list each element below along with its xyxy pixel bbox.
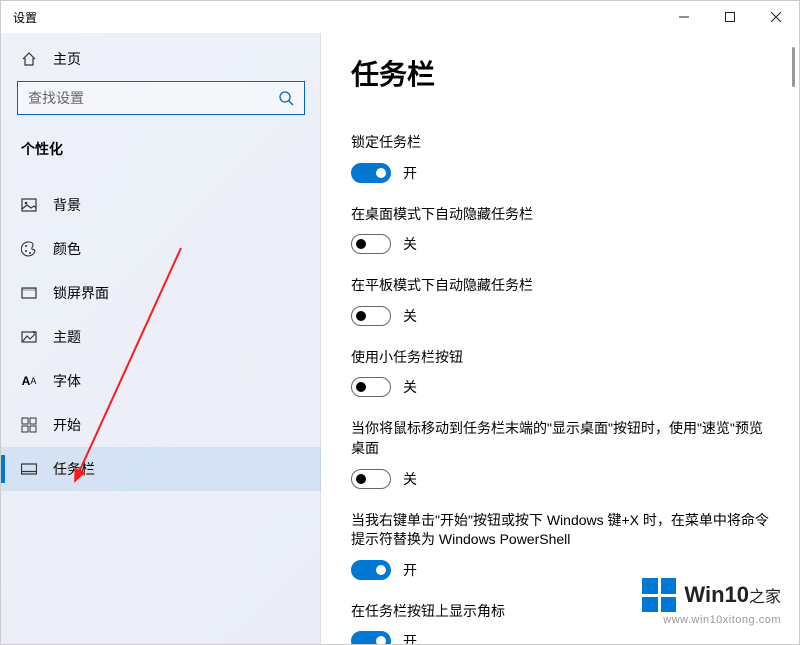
search-icon	[278, 90, 294, 106]
sidebar-item-font[interactable]: AA 字体	[1, 359, 321, 403]
toggle-state-label: 关	[403, 234, 417, 254]
sidebar-item-label: 颜色	[53, 239, 81, 259]
toggle-switch[interactable]	[351, 163, 391, 183]
sidebar-item-label: 锁屏界面	[53, 283, 109, 303]
image-icon	[21, 197, 37, 213]
taskbar-icon	[21, 461, 37, 477]
setting-item: 使用小任务栏按钮关	[351, 348, 769, 398]
setting-item: 在桌面模式下自动隐藏任务栏关	[351, 205, 769, 255]
section-label: 个性化	[1, 135, 321, 171]
maximize-icon	[725, 12, 735, 22]
palette-icon	[21, 241, 37, 257]
setting-label: 当我右键单击"开始"按钮或按下 Windows 键+X 时，在菜单中将命令提示符…	[351, 511, 769, 550]
setting-item: 当你将鼠标移动到任务栏末端的"显示桌面"按钮时，使用"速览"预览桌面关	[351, 419, 769, 488]
setting-label: 当你将鼠标移动到任务栏末端的"显示桌面"按钮时，使用"速览"预览桌面	[351, 419, 769, 458]
sidebar-item-start[interactable]: 开始	[1, 403, 321, 447]
titlebar: 设置	[1, 1, 799, 33]
sidebar-item-label: 任务栏	[53, 459, 95, 479]
toggle-state-label: 关	[403, 469, 417, 489]
sidebar-item-palette[interactable]: 颜色	[1, 227, 321, 271]
toggle-switch[interactable]	[351, 469, 391, 489]
font-icon: AA	[21, 373, 37, 389]
watermark: Win10之家 www.win10xitong.com	[642, 578, 781, 626]
lock-screen-icon	[21, 285, 37, 301]
minimize-icon	[679, 12, 689, 22]
window-title: 设置	[13, 9, 37, 26]
sidebar-item-label: 主题	[53, 327, 81, 347]
home-label: 主页	[53, 49, 81, 69]
watermark-url: www.win10xitong.com	[642, 614, 781, 626]
sidebar-item-lock-screen[interactable]: 锁屏界面	[1, 271, 321, 315]
toggle-state-label: 关	[403, 377, 417, 397]
search-box[interactable]	[17, 81, 305, 115]
toggle-state-label: 开	[403, 560, 417, 580]
page-title: 任务栏	[351, 53, 769, 93]
setting-label: 在平板模式下自动隐藏任务栏	[351, 276, 769, 296]
close-icon	[771, 12, 781, 22]
window-controls	[661, 1, 799, 33]
sidebar-item-taskbar[interactable]: 任务栏	[1, 447, 321, 491]
setting-label: 在桌面模式下自动隐藏任务栏	[351, 205, 769, 225]
close-button[interactable]	[753, 1, 799, 33]
toggle-state-label: 开	[403, 631, 417, 644]
toggle-state-label: 关	[403, 306, 417, 326]
sidebar-item-theme[interactable]: 主题	[1, 315, 321, 359]
theme-icon	[21, 329, 37, 345]
watermark-brand-sub: 之家	[749, 589, 781, 606]
sidebar: 主页 个性化 背景颜色锁屏界面主题 AA 字体开始任务栏	[1, 33, 321, 644]
scrollbar[interactable]	[792, 47, 795, 87]
toggle-state-label: 开	[403, 163, 417, 183]
search-input[interactable]	[28, 90, 278, 106]
sidebar-item-label: 开始	[53, 415, 81, 435]
toggle-switch[interactable]	[351, 306, 391, 326]
sidebar-item-label: 背景	[53, 195, 81, 215]
setting-item: 当我右键单击"开始"按钮或按下 Windows 键+X 时，在菜单中将命令提示符…	[351, 511, 769, 580]
home-icon	[21, 51, 37, 67]
sidebar-item-label: 字体	[53, 371, 81, 391]
setting-label: 使用小任务栏按钮	[351, 348, 769, 368]
start-icon	[21, 417, 37, 433]
toggle-switch[interactable]	[351, 631, 391, 644]
windows-logo-icon	[642, 578, 676, 612]
toggle-switch[interactable]	[351, 377, 391, 397]
setting-item: 锁定任务栏开	[351, 133, 769, 183]
toggle-switch[interactable]	[351, 560, 391, 580]
toggle-switch[interactable]	[351, 234, 391, 254]
watermark-brand: Win10	[684, 582, 749, 607]
maximize-button[interactable]	[707, 1, 753, 33]
home-link[interactable]: 主页	[1, 41, 321, 81]
main-content: 任务栏 锁定任务栏开在桌面模式下自动隐藏任务栏关在平板模式下自动隐藏任务栏关使用…	[321, 33, 799, 644]
nav-list: 背景颜色锁屏界面主题 AA 字体开始任务栏	[1, 183, 321, 491]
sidebar-item-image[interactable]: 背景	[1, 183, 321, 227]
setting-label: 锁定任务栏	[351, 133, 769, 153]
minimize-button[interactable]	[661, 1, 707, 33]
setting-item: 在平板模式下自动隐藏任务栏关	[351, 276, 769, 326]
